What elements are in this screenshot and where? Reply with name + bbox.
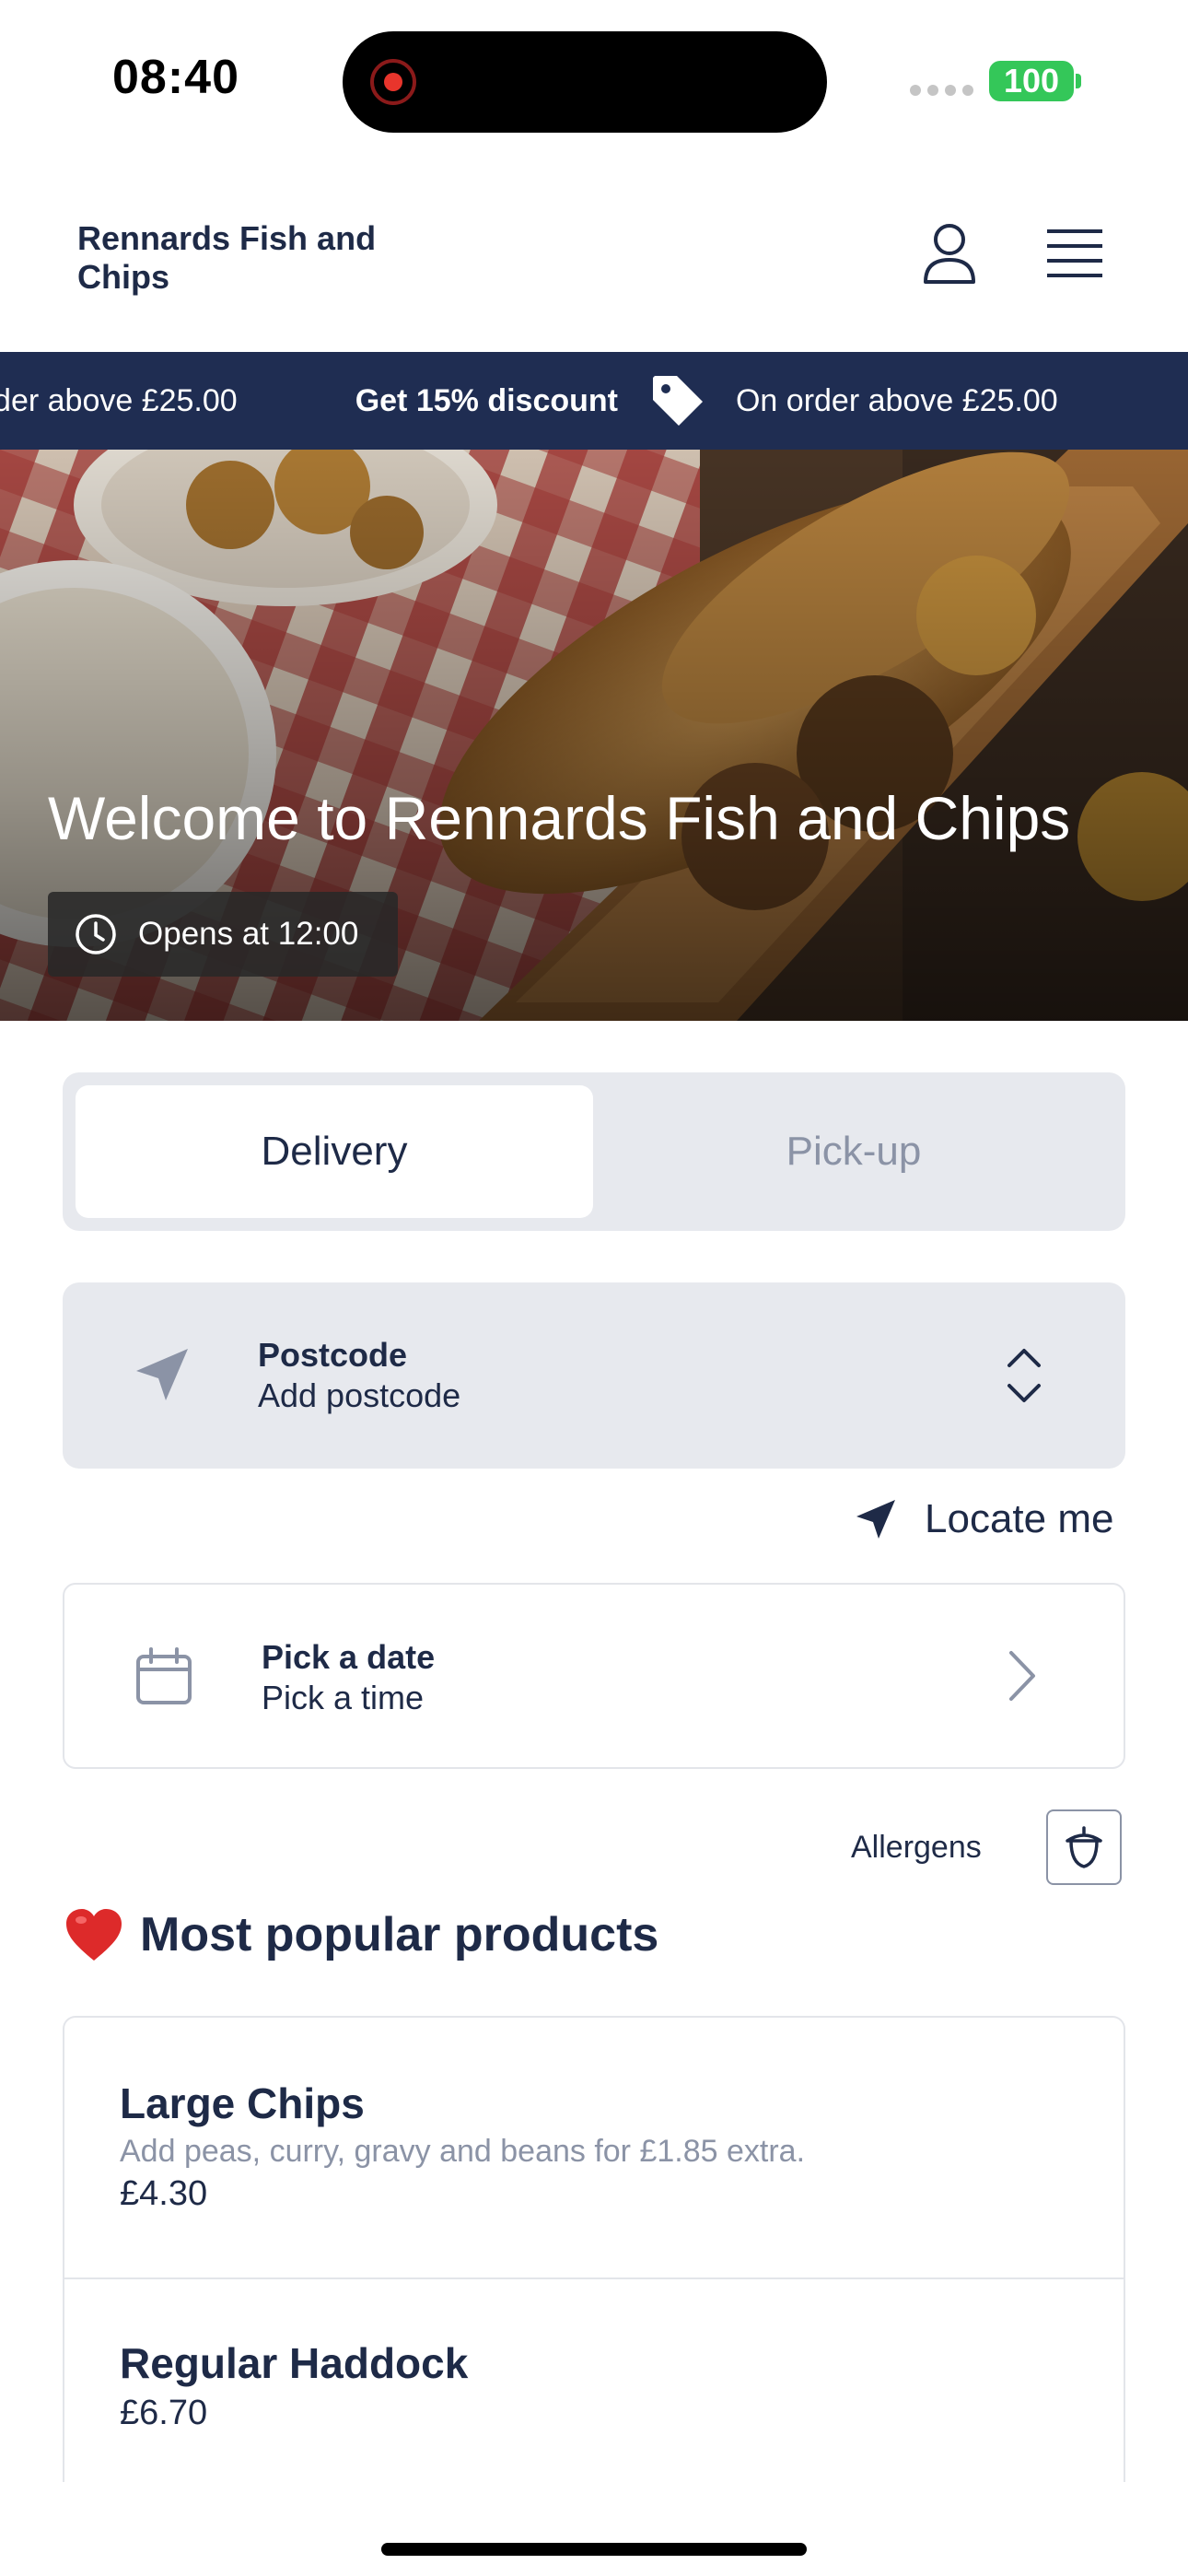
postcode-label: Postcode bbox=[258, 1336, 408, 1374]
postcode-selector[interactable]: Postcode Add postcode bbox=[63, 1282, 1125, 1469]
date-time-picker[interactable]: Pick a date Pick a time bbox=[63, 1583, 1125, 1769]
locate-me-label: Locate me bbox=[925, 1496, 1114, 1541]
allergens-button[interactable] bbox=[1046, 1809, 1122, 1885]
hero-banner: Welcome to Rennards Fish and Chips Opens… bbox=[0, 450, 1188, 1021]
bottom-safe-area bbox=[0, 2482, 1188, 2576]
calendar-icon bbox=[136, 1647, 192, 1704]
clock-icon bbox=[76, 914, 116, 954]
tab-pickup[interactable]: Pick-up bbox=[595, 1085, 1112, 1218]
battery-tip bbox=[1076, 74, 1081, 88]
acorn-icon bbox=[1066, 1826, 1102, 1868]
product-description: Add peas, curry, gravy and beans for £1.… bbox=[120, 2134, 806, 2169]
dynamic-island bbox=[343, 31, 827, 133]
opening-hours-text: Opens at 12:00 bbox=[138, 916, 359, 952]
location-arrow-icon bbox=[856, 1500, 895, 1539]
order-type-toggle: Delivery Pick-up bbox=[63, 1072, 1125, 1231]
recording-icon bbox=[370, 59, 416, 105]
section-title-popular: Most popular products bbox=[64, 1907, 658, 1962]
product-card[interactable]: Large Chips Add peas, curry, gravy and b… bbox=[64, 2018, 1124, 2279]
chevron-up-down-icon bbox=[1007, 1349, 1041, 1402]
heart-icon bbox=[66, 1909, 122, 1961]
locate-me-button[interactable]: Locate me bbox=[853, 1496, 1113, 1542]
promo-text: On order above £25.00 bbox=[735, 382, 1058, 418]
postcode-value: Add postcode bbox=[258, 1376, 461, 1414]
date-label: Pick a date bbox=[262, 1638, 436, 1676]
product-name: Large Chips bbox=[120, 2079, 365, 2127]
menu-button[interactable] bbox=[1033, 212, 1116, 295]
app-header: Rennards Fish and Chips bbox=[0, 157, 1188, 352]
promo-discount: Get 15% discount bbox=[355, 382, 618, 418]
product-price: £4.30 bbox=[120, 2174, 208, 2213]
allergens-label: Allergens bbox=[851, 1830, 982, 1865]
battery-icon: 100 bbox=[989, 61, 1074, 101]
section-title-text: Most popular products bbox=[140, 1908, 659, 1961]
hamburger-icon bbox=[1047, 229, 1102, 277]
promo-track: On order above £25.00 Get 15% discount O… bbox=[0, 352, 1188, 450]
product-price: £6.70 bbox=[120, 2394, 208, 2432]
home-indicator[interactable] bbox=[381, 2543, 807, 2556]
navigation-arrow-icon bbox=[136, 1349, 188, 1400]
promo-banner: On order above £25.00 Get 15% discount O… bbox=[0, 352, 1188, 450]
promo-text: On order above £25.00 bbox=[0, 382, 238, 418]
brand-name[interactable]: Rennards Fish and Chips bbox=[77, 219, 409, 297]
tab-delivery[interactable]: Delivery bbox=[76, 1085, 593, 1218]
tag-icon bbox=[649, 372, 706, 429]
chevron-right-icon bbox=[1009, 1651, 1035, 1701]
signal-icon bbox=[910, 85, 973, 96]
user-icon bbox=[924, 224, 975, 284]
status-time: 08:40 bbox=[112, 51, 239, 104]
hero-title: Welcome to Rennards Fish and Chips bbox=[48, 784, 1071, 852]
product-name: Regular Haddock bbox=[120, 2339, 469, 2387]
account-button[interactable] bbox=[908, 212, 991, 295]
opening-hours-badge: Opens at 12:00 bbox=[48, 892, 398, 977]
status-bar: 08:40 100 bbox=[0, 0, 1188, 157]
time-label: Pick a time bbox=[262, 1679, 425, 1716]
